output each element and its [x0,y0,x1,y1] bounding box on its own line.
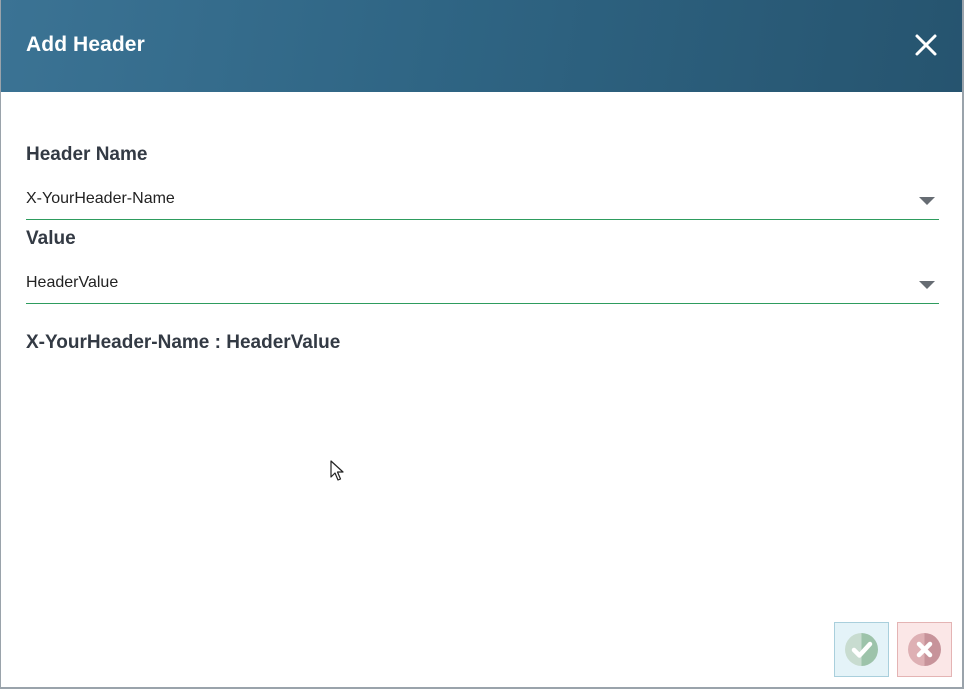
cancel-button[interactable] [897,622,952,677]
cancel-x-icon [916,641,933,658]
chevron-down-icon [919,197,935,205]
mouse-cursor-icon [330,460,344,481]
close-icon [915,34,937,56]
header-name-label: Header Name [26,144,148,165]
header-preview: X-YourHeader-Name : HeaderValue [26,332,340,354]
dialog-title-bar: Add Header [1,0,962,92]
preview-separator: : [209,332,227,353]
header-name-value: X-YourHeader-Name [26,190,175,207]
value-label: Value [26,228,76,249]
add-header-dialog: Add Header Header Name X-YourHeader-Name… [0,0,964,689]
header-value-dropdown[interactable]: HeaderValue [26,268,939,304]
dialog-title: Add Header [26,33,145,56]
ok-button[interactable] [834,622,889,677]
header-name-dropdown[interactable]: X-YourHeader-Name [26,184,939,220]
preview-header-value: HeaderValue [226,332,341,353]
chevron-down-icon [919,281,935,289]
close-button[interactable] [914,33,938,57]
checkmark-icon [851,641,873,658]
header-value-value: HeaderValue [26,274,119,291]
preview-header-name: X-YourHeader-Name [26,332,210,353]
